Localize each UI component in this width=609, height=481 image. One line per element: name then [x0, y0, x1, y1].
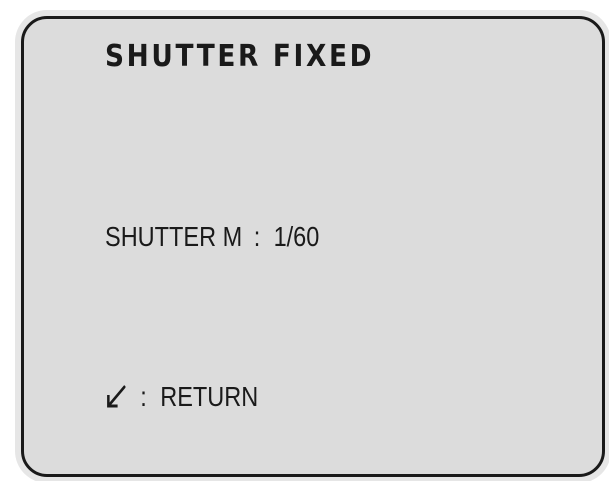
return-separator: :	[140, 381, 147, 412]
shutter-speed-separator: :	[253, 221, 261, 252]
shutter-speed-label: SHUTTER M	[105, 221, 243, 252]
shutter-speed-value[interactable]: 1/60	[274, 221, 320, 252]
shutter-speed-setting[interactable]: SHUTTER M : 1/60	[105, 223, 319, 251]
enter-arrow-icon	[105, 384, 127, 410]
return-option[interactable]: : RETURN	[105, 383, 258, 411]
menu-title: SHUTTER FIXED	[105, 39, 375, 74]
osd-menu-panel: SHUTTER FIXED SHUTTER M : 1/60 : RETURN	[21, 16, 605, 477]
return-label: RETURN	[160, 381, 259, 412]
